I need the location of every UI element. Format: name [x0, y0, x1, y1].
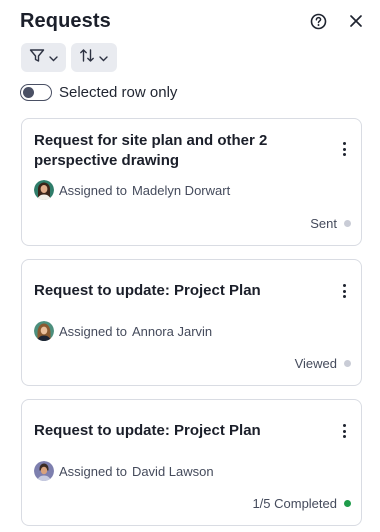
panel-title: Requests — [20, 9, 111, 32]
request-card[interactable]: Request for site plan and other 2 perspe… — [21, 118, 362, 246]
assignee-row: Assigned to Annora Jarvin — [34, 321, 212, 341]
request-title: Request to update: Project Plan — [34, 422, 261, 439]
status-badge: Viewed — [295, 356, 351, 371]
status-badge: 1/5 Completed — [252, 496, 351, 511]
assignee-row: Assigned to Madelyn Dorwart — [34, 180, 230, 200]
request-title: Request to update: Project Plan — [34, 282, 261, 299]
toolbar — [21, 43, 117, 72]
more-options-icon[interactable] — [337, 139, 351, 159]
assignee-name: David Lawson — [131, 463, 214, 479]
assigned-to-label: Assigned to — [59, 323, 127, 339]
header-actions — [308, 11, 366, 31]
status-badge: Sent — [310, 216, 351, 231]
sort-button[interactable] — [71, 43, 117, 72]
request-card[interactable]: Request to update: Project Plan Assigned… — [21, 259, 362, 386]
status-text: 1/5 Completed — [252, 496, 337, 511]
chevron-down-icon — [99, 49, 108, 67]
filter-icon — [29, 48, 45, 68]
avatar — [34, 321, 54, 341]
more-options-icon[interactable] — [337, 421, 351, 441]
toggle-knob — [23, 86, 34, 98]
status-dot — [344, 500, 351, 507]
request-card[interactable]: Request to update: Project Plan Assigned… — [21, 399, 362, 526]
status-dot — [344, 220, 351, 227]
selected-row-only-toggle[interactable] — [20, 84, 52, 101]
request-title: Request for site plan and other 2 perspe… — [34, 132, 268, 169]
close-icon[interactable] — [346, 11, 366, 31]
status-text: Sent — [310, 216, 337, 231]
assigned-to-label: Assigned to — [59, 182, 127, 198]
filter-button[interactable] — [21, 43, 66, 72]
assignee-name: Annora Jarvin — [131, 323, 213, 339]
help-circle-icon[interactable] — [308, 11, 328, 31]
panel-header: Requests — [20, 8, 366, 34]
status-dot — [344, 360, 351, 367]
assignee-row: Assigned to David Lawson — [34, 461, 214, 481]
toggle-label: Selected row only — [59, 84, 178, 101]
avatar — [34, 180, 54, 200]
status-text: Viewed — [294, 356, 337, 371]
avatar — [34, 461, 54, 481]
selected-row-only-toggle-row: Selected row only — [20, 84, 177, 101]
more-options-icon[interactable] — [337, 281, 351, 301]
assignee-name: Madelyn Dorwart — [131, 182, 231, 198]
assigned-to-label: Assigned to — [59, 463, 127, 479]
sort-icon — [79, 48, 95, 68]
chevron-down-icon — [49, 49, 58, 67]
